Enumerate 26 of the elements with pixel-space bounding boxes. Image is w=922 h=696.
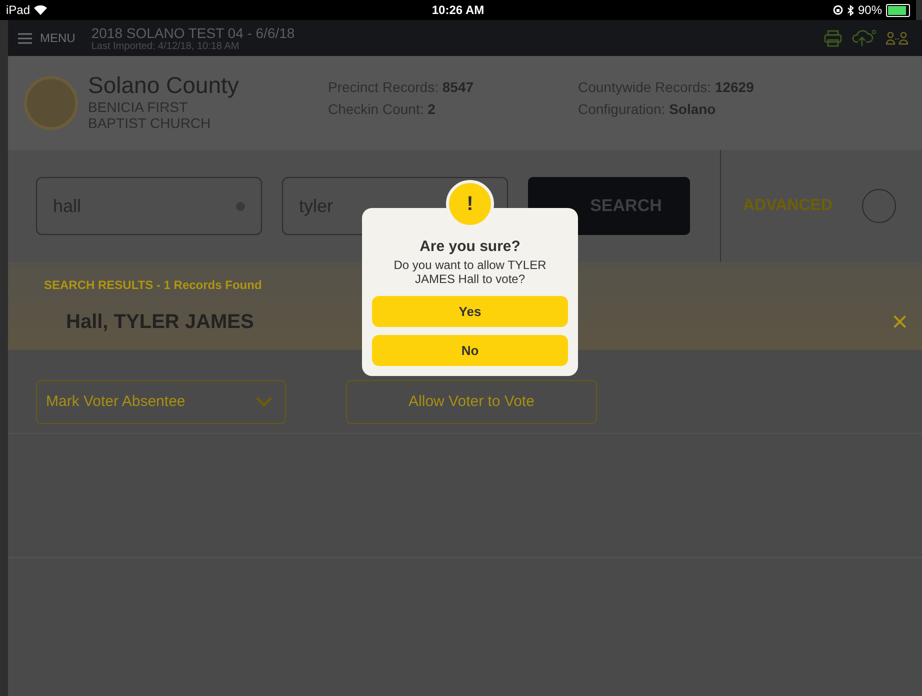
advanced-toggle[interactable] <box>862 189 896 223</box>
absentee-dropdown[interactable]: Mark Voter Absentee <box>36 380 286 424</box>
clock-time: 10:26 AM <box>432 3 484 17</box>
wifi-icon <box>34 5 48 15</box>
results-summary: SEARCH RESULTS - 1 Records Found <box>44 278 262 292</box>
advanced-label: ADVANCED <box>743 197 832 215</box>
county-seal-icon <box>24 76 78 130</box>
close-button[interactable]: × <box>892 308 908 336</box>
cloud-upload-icon[interactable] <box>852 29 876 47</box>
people-link-icon[interactable] <box>886 30 908 46</box>
dialog-title: Are you sure? <box>420 238 520 255</box>
battery-icon <box>886 4 910 16</box>
bluetooth-icon <box>846 4 854 16</box>
lock-rotation-icon <box>832 5 843 15</box>
election-title: 2018 SOLANO TEST 04 - 6/6/18 <box>91 24 295 40</box>
dialog-button[interactable]: No <box>372 335 568 366</box>
chevron-down-icon <box>255 396 273 407</box>
battery-percent: 90% <box>858 3 882 17</box>
menu-icon <box>18 32 32 44</box>
dialog-button[interactable]: Yes <box>372 296 568 327</box>
voter-name: Hall, TYLER JAMES <box>66 310 254 334</box>
dialog-message: Do you want to allow TYLER JAMES Hall to vote? <box>392 258 548 286</box>
allow-vote-button[interactable]: Allow Voter to Vote <box>346 380 597 424</box>
printer-icon[interactable] <box>824 29 842 47</box>
carrier-name: iPad <box>6 3 30 17</box>
menu-button[interactable]: MENU <box>18 31 76 45</box>
